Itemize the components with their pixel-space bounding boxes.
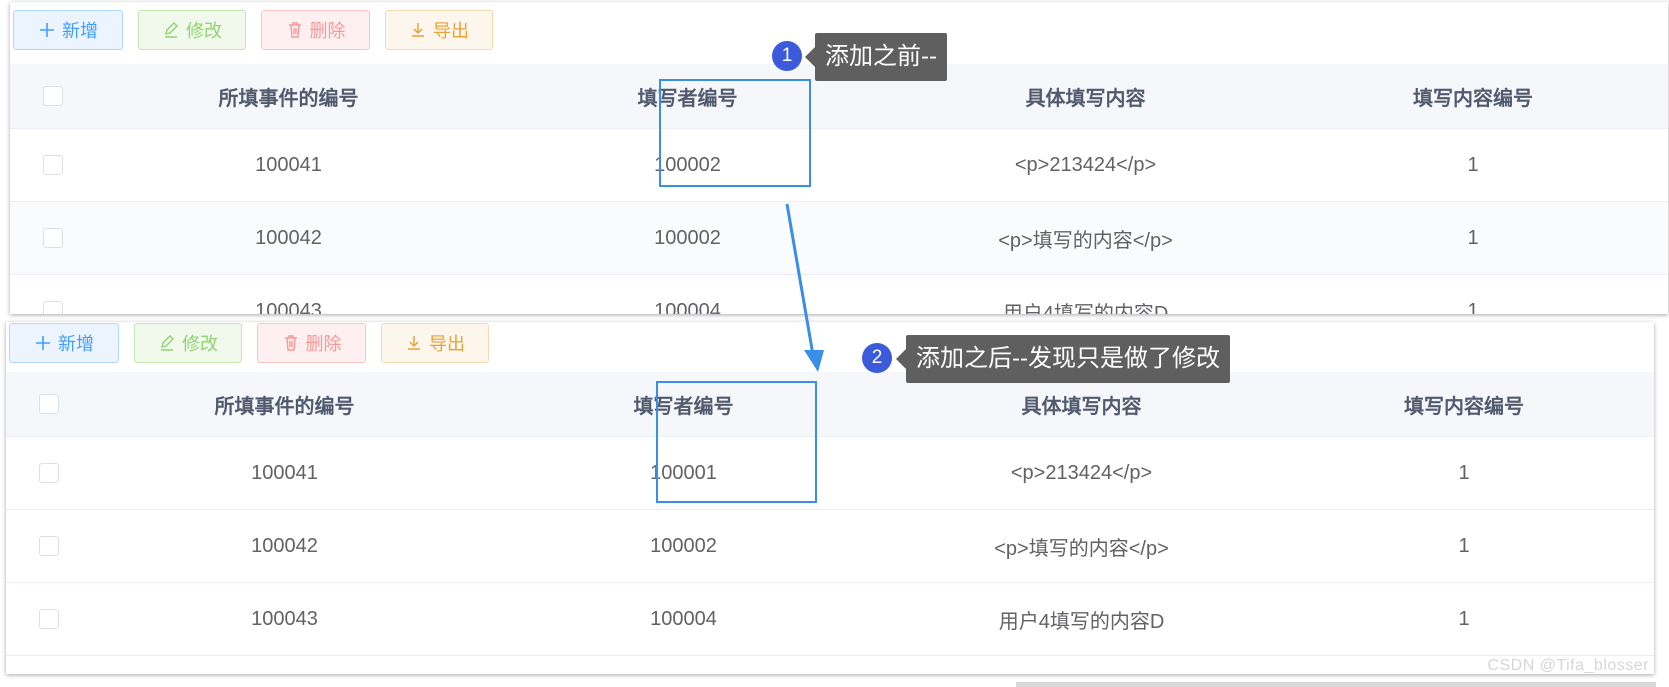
trash-icon bbox=[288, 22, 301, 38]
table-cell: 1 bbox=[1278, 128, 1668, 202]
row-select-cell bbox=[6, 582, 91, 656]
plus-icon bbox=[40, 23, 54, 37]
background-strip bbox=[1016, 682, 1656, 687]
table-row[interactable]: 100042 100002 <p>填写的内容</p> 1 bbox=[10, 201, 1668, 275]
export-button[interactable]: 导出 bbox=[381, 323, 489, 363]
export-button-label: 导出 bbox=[433, 21, 469, 41]
row-select-cell bbox=[6, 436, 91, 510]
edit-button[interactable]: 修改 bbox=[134, 323, 242, 363]
select-all-checkbox[interactable] bbox=[42, 86, 63, 107]
delete-button[interactable]: 删除 bbox=[261, 10, 370, 50]
table-row[interactable]: 100043 100004 用户4填写的内容D 1 bbox=[6, 582, 1654, 656]
column-header: 填写内容编号 bbox=[1278, 64, 1668, 129]
column-header: 所填事件的编号 bbox=[91, 372, 478, 437]
table-cell: 1 bbox=[1278, 274, 1668, 314]
row-checkbox[interactable] bbox=[38, 463, 59, 484]
annotation-before: 添加之前-- bbox=[805, 33, 947, 81]
column-header: 具体填写内容 bbox=[893, 64, 1278, 129]
highlight-box-after bbox=[656, 381, 817, 503]
table-cell: 100041 bbox=[95, 128, 482, 202]
export-button-label: 导出 bbox=[429, 334, 465, 354]
export-button[interactable]: 导出 bbox=[385, 10, 493, 50]
row-select-cell bbox=[6, 509, 91, 583]
table-cell: 1 bbox=[1274, 509, 1654, 583]
plus-icon bbox=[36, 336, 50, 350]
row-checkbox[interactable] bbox=[38, 609, 59, 630]
step-badge-1: 1 bbox=[772, 41, 802, 71]
table-cell: 100042 bbox=[95, 201, 482, 275]
data-table-before: 所填事件的编号 填写者编号 具体填写内容 填写内容编号 100041 10000… bbox=[10, 64, 1668, 314]
edit-button-label: 修改 bbox=[182, 334, 218, 354]
table-cell: <p>填写的内容</p> bbox=[889, 509, 1274, 583]
trash-icon bbox=[284, 335, 297, 351]
table-cell: <p>213424</p> bbox=[889, 436, 1274, 510]
table-row[interactable]: 100042 100002 <p>填写的内容</p> 1 bbox=[6, 509, 1654, 583]
table-cell: 100043 bbox=[95, 274, 482, 314]
pencil-icon bbox=[165, 22, 178, 38]
table-cell: <p>填写的内容</p> bbox=[893, 201, 1278, 275]
add-button-label: 新增 bbox=[58, 334, 94, 354]
table-cell: 100042 bbox=[91, 509, 478, 583]
after-screenshot-panel: 新增 修改 删除 导出 所填事件的编号 填写者编号 具体填写内容 填写内容编号 bbox=[6, 322, 1654, 674]
table-cell: 100002 bbox=[482, 201, 893, 275]
column-header: 填写内容编号 bbox=[1274, 372, 1654, 437]
toolbar: 新增 修改 删除 导出 bbox=[9, 323, 489, 365]
table-row[interactable]: 100041 100002 <p>213424</p> 1 bbox=[10, 128, 1668, 202]
table-cell: 100002 bbox=[478, 509, 889, 583]
row-checkbox[interactable] bbox=[42, 301, 63, 314]
table-cell: 1 bbox=[1278, 201, 1668, 275]
add-button-label: 新增 bbox=[62, 21, 98, 41]
row-checkbox[interactable] bbox=[42, 228, 63, 249]
select-all-cell bbox=[6, 372, 91, 437]
table-cell: 100004 bbox=[482, 274, 893, 314]
table-row[interactable]: 100043 100004 用户4填写的内容D 1 bbox=[10, 274, 1668, 314]
select-all-cell bbox=[10, 64, 95, 129]
delete-button-label: 删除 bbox=[309, 21, 346, 41]
delete-button-label: 删除 bbox=[305, 334, 342, 354]
delete-button[interactable]: 删除 bbox=[257, 323, 366, 363]
table-row[interactable]: 100041 100001 <p>213424</p> 1 bbox=[6, 436, 1654, 510]
table-cell: 100004 bbox=[478, 582, 889, 656]
table-cell: 1 bbox=[1274, 436, 1654, 510]
edit-button[interactable]: 修改 bbox=[138, 10, 246, 50]
annotation-after: 添加之后--发现只是做了修改 bbox=[896, 335, 1230, 383]
row-select-cell bbox=[10, 274, 95, 314]
row-select-cell bbox=[10, 201, 95, 275]
add-button[interactable]: 新增 bbox=[13, 10, 123, 50]
table-cell: 1 bbox=[1274, 582, 1654, 656]
edit-button-label: 修改 bbox=[186, 21, 222, 41]
download-icon bbox=[412, 23, 424, 37]
data-table-after: 所填事件的编号 填写者编号 具体填写内容 填写内容编号 100041 10000… bbox=[6, 372, 1654, 656]
table-cell: <p>213424</p> bbox=[893, 128, 1278, 202]
table-cell: 用户4填写的内容D bbox=[893, 274, 1278, 314]
select-all-checkbox[interactable] bbox=[38, 394, 59, 415]
row-checkbox[interactable] bbox=[38, 536, 59, 557]
table-cell: 用户4填写的内容D bbox=[889, 582, 1274, 656]
download-icon bbox=[408, 336, 420, 350]
watermark: CSDN @Tifa_blosser bbox=[1487, 657, 1649, 674]
table-header-row: 所填事件的编号 填写者编号 具体填写内容 填写内容编号 bbox=[6, 372, 1654, 437]
table-cell: 100041 bbox=[91, 436, 478, 510]
column-header: 所填事件的编号 bbox=[95, 64, 482, 129]
pencil-icon bbox=[161, 335, 174, 351]
row-checkbox[interactable] bbox=[42, 155, 63, 176]
toolbar: 新增 修改 删除 导出 bbox=[13, 10, 493, 52]
row-select-cell bbox=[10, 128, 95, 202]
step-badge-2: 2 bbox=[862, 343, 892, 373]
table-cell: 100043 bbox=[91, 582, 478, 656]
add-button[interactable]: 新增 bbox=[9, 323, 119, 363]
highlight-box-before bbox=[659, 79, 811, 187]
